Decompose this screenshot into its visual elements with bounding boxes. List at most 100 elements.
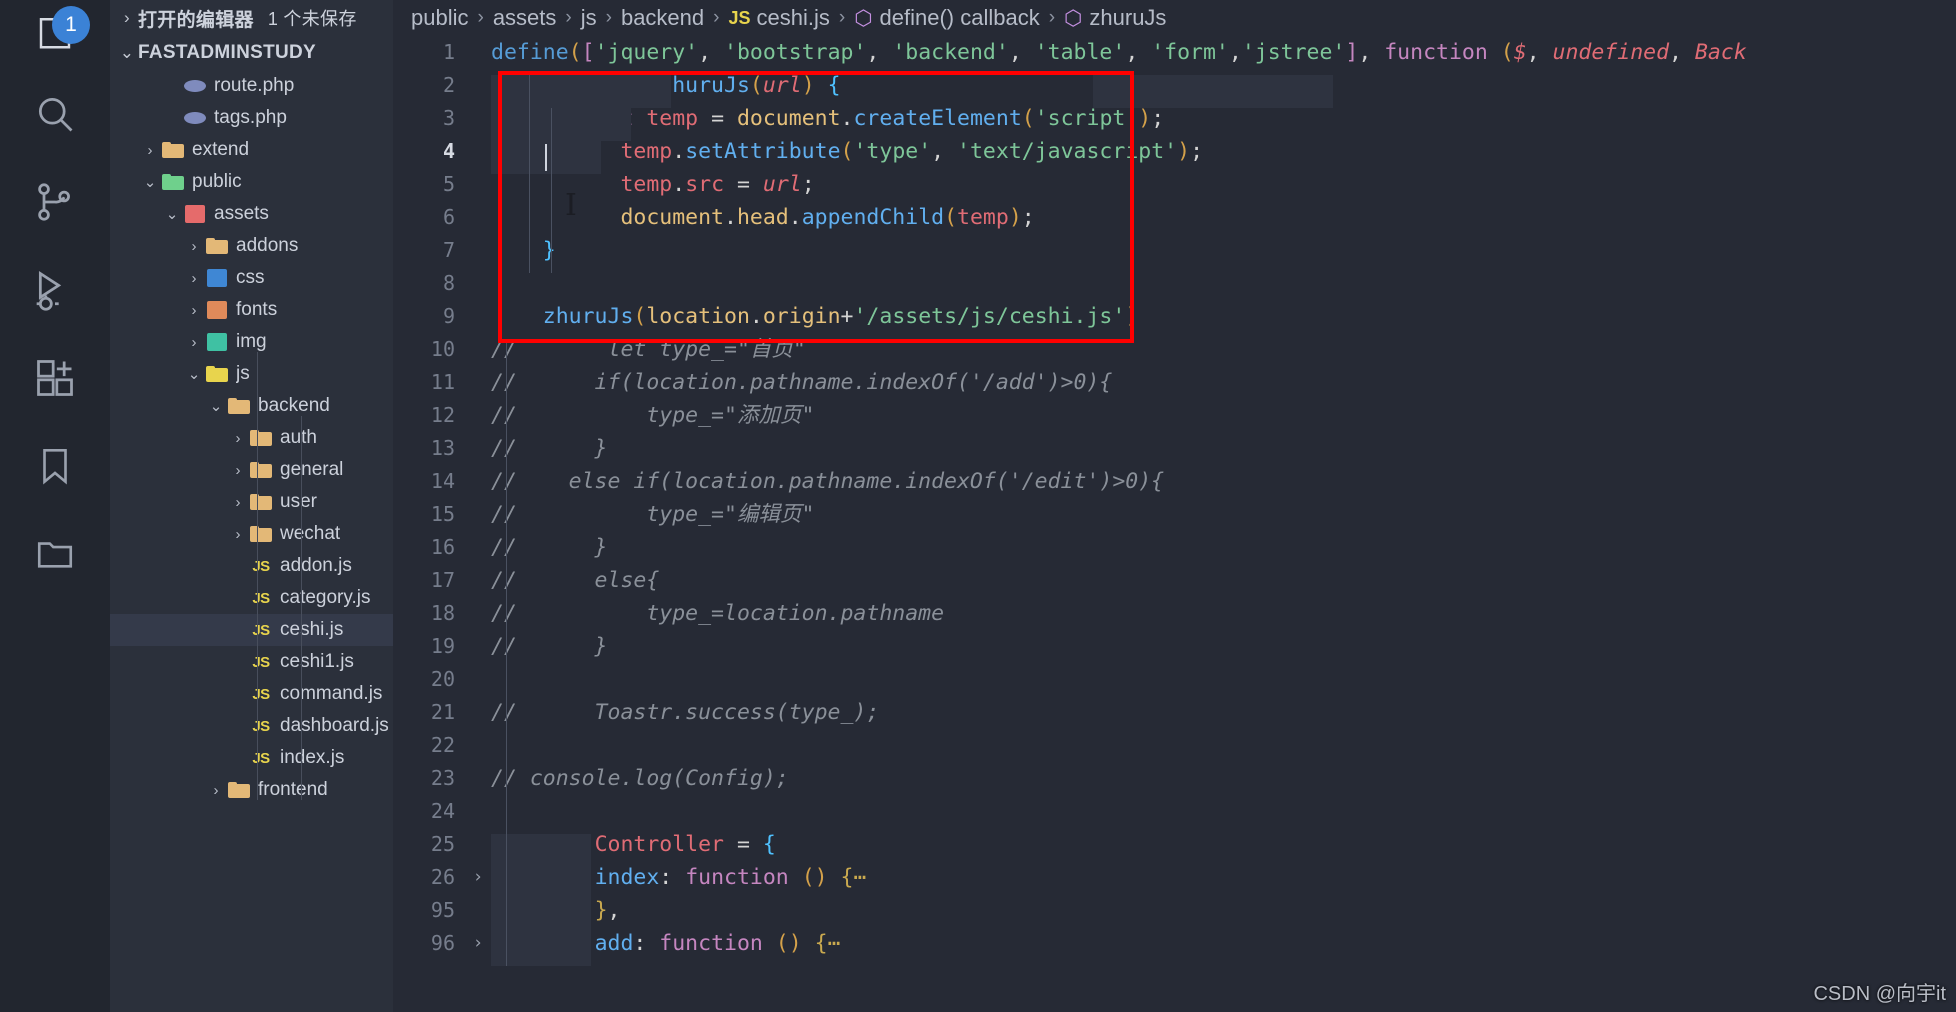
chevron-right-icon[interactable]: › [228,494,248,511]
chevron-right-icon[interactable]: › [184,270,204,287]
tree-folder-row[interactable]: ›addons [110,230,393,262]
tree-item-label: ceshi1.js [280,651,354,673]
fold-chevron-icon[interactable]: › [465,927,491,960]
chevron-right-icon[interactable]: › [184,238,204,255]
bookmark-icon[interactable] [0,422,110,510]
code-token: ( [1022,106,1035,131]
code-token: , [931,139,957,164]
breadcrumb-item[interactable]: ceshi.js [757,5,830,31]
code-line[interactable]: 8 [393,267,1956,300]
tree-file-row[interactable]: JSaddon.js [110,550,393,582]
code-editor[interactable]: 1define(['jquery', 'bootstrap', 'backend… [393,36,1956,1012]
tree-folder-row[interactable]: ⌄backend [110,390,393,422]
chevron-down-icon[interactable]: ⌄ [184,365,204,383]
breadcrumb-item[interactable]: assets [493,5,557,31]
code-line[interactable]: 18// type_=location.pathname [393,597,1956,630]
tree-folder-row[interactable]: ⌄ public [110,166,393,198]
code-line[interactable]: 17// else{ [393,564,1956,597]
code-line[interactable]: 19// } [393,630,1956,663]
code-text: // type_="编辑页" [491,498,814,531]
tree-file-row[interactable]: tags.php [110,102,393,134]
run-debug-icon[interactable] [0,246,110,334]
breadcrumb-item[interactable]: zhuruJs [1089,5,1166,31]
tree-item-label: public [192,171,242,193]
code-token: ) [1125,304,1138,329]
chevron-right-icon[interactable]: › [140,142,160,159]
chevron-right-icon[interactable]: › [116,8,138,28]
code-line[interactable]: 21// Toastr.success(type_); [393,696,1956,729]
tree-file-row[interactable]: JSceshi.js [110,614,393,646]
line-number: 95 [393,894,465,927]
breadcrumb-item[interactable]: public [411,5,468,31]
tree-folder-row[interactable]: ⌄assets [110,198,393,230]
code-line[interactable]: 1define(['jquery', 'bootstrap', 'backend… [393,36,1956,69]
breadcrumb-item[interactable]: js [581,5,597,31]
tree-folder-row[interactable]: ›general [110,454,393,486]
code-line[interactable]: 10// let type_="首页" [393,333,1956,366]
code-line[interactable]: 13// } [393,432,1956,465]
chevron-down-icon[interactable]: ⌄ [162,205,182,223]
code-token: // [491,337,517,362]
code-line[interactable]: 14// else if(location.pathname.indexOf('… [393,465,1956,498]
tree-file-row[interactable]: JSceshi1.js [110,646,393,678]
chevron-right-icon[interactable]: › [206,782,226,799]
unsaved-count: 1 个未保存 [268,5,357,31]
folder-icon [248,494,274,510]
extensions-icon[interactable] [0,334,110,422]
code-token: appendChild [802,205,944,230]
code-line[interactable]: 20 [393,663,1956,696]
search-icon[interactable] [0,70,110,158]
breadcrumb-item[interactable]: define() callback [880,5,1040,31]
chevron-right-icon[interactable]: › [228,430,248,447]
code-line[interactable]: 5 temp.src = url; [393,168,1956,201]
code-line[interactable]: 24 [393,795,1956,828]
chevron-down-icon[interactable]: ⌄ [116,43,138,63]
tree-folder-row[interactable]: ›extend [110,134,393,166]
code-line[interactable]: 9 zhuruJs(location.origin+'/assets/js/ce… [393,300,1956,333]
chevron-right-icon[interactable]: › [228,462,248,479]
code-line[interactable]: 16// } [393,531,1956,564]
code-token: ; [1022,205,1035,230]
code-token: { [815,73,841,98]
explorer-icon[interactable]: 1 [0,0,110,70]
code-token: ⋯ [828,931,841,956]
code-line[interactable]: 15// type_="编辑页" [393,498,1956,531]
tree-folder-row[interactable]: ›css [110,262,393,294]
code-line[interactable]: 12// type_="添加页" [393,399,1956,432]
open-editors-section[interactable]: › 打开的编辑器 1 个未保存 [110,0,393,36]
tree-file-row[interactable]: JScategory.js [110,582,393,614]
breadcrumb-separator: › [477,7,483,29]
chevron-down-icon[interactable]: ⌄ [206,397,226,415]
tree-folder-row[interactable]: ›fonts [110,294,393,326]
code-line[interactable]: 95 }, [393,894,1956,927]
folder-icon[interactable] [0,510,110,598]
chevron-right-icon[interactable]: › [228,526,248,543]
source-control-icon[interactable] [0,158,110,246]
chevron-right-icon[interactable]: › [184,334,204,351]
tree-file-row[interactable]: JScommand.js [110,678,393,710]
code-token: // [491,535,517,560]
code-line[interactable]: 22 [393,729,1956,762]
chevron-down-icon[interactable]: ⌄ [140,173,160,191]
tree-file-row[interactable]: JSdashboard.js [110,710,393,742]
breadcrumb-item[interactable]: backend [621,5,704,31]
fold-chevron-icon[interactable]: › [465,861,491,894]
code-line[interactable]: 96› add: function () {⋯ [393,927,1956,960]
tree-folder-row[interactable]: ›img [110,326,393,358]
tree-folder-row[interactable]: ›auth [110,422,393,454]
code-line[interactable]: 25 var Controller = { [393,828,1956,861]
tree-folder-row[interactable]: ⌄js [110,358,393,390]
chevron-right-icon[interactable]: › [184,302,204,319]
code-line[interactable]: 6 document.head.appendChild(temp); [393,201,1956,234]
code-line[interactable]: 26› index: function () {⋯ [393,861,1956,894]
tree-folder-row[interactable]: ›wechat [110,518,393,550]
code-line[interactable]: 11// if(location.pathname.indexOf('/add'… [393,366,1956,399]
tree-file-row[interactable]: JSindex.js [110,742,393,774]
workspace-section[interactable]: ⌄ FASTADMINSTUDY [110,36,393,70]
code-line[interactable]: 7 } [393,234,1956,267]
tree-file-row[interactable]: route.php [110,70,393,102]
code-line[interactable]: 23// console.log(Config); [393,762,1956,795]
tree-folder-row[interactable]: ›frontend [110,774,393,806]
tree-folder-row[interactable]: ›user [110,486,393,518]
code-token [491,172,620,197]
